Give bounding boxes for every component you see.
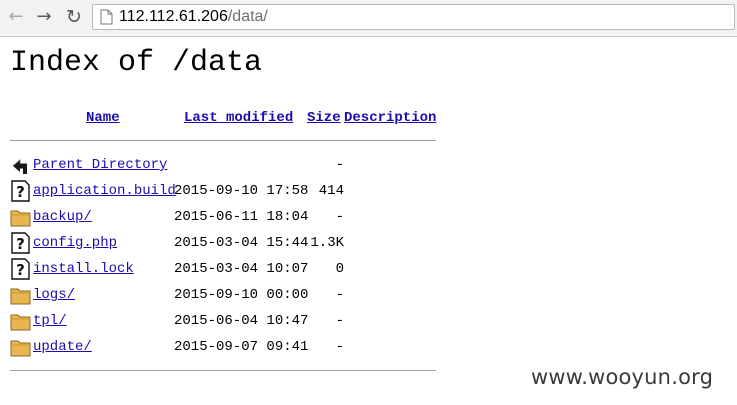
url-host: 112.112.61.206 (119, 8, 228, 25)
row-size: - (335, 157, 344, 173)
table-row: backup/ 2015-06-11 18:04 - (10, 205, 440, 229)
table-row: ? install.lock 2015-03-04 10:07 0 (10, 257, 440, 281)
row-size: - (335, 339, 344, 355)
reload-icon: ↻ (66, 6, 82, 28)
table-row: tpl/ 2015-06-04 10:47 - (10, 309, 440, 333)
row-modified: 2015-09-10 17:58 (174, 183, 309, 199)
column-header-last-modified[interactable]: Last modified (184, 109, 293, 127)
table-row: ? config.php 2015-03-04 15:44 1.3K (10, 231, 440, 255)
url-path: /data/ (227, 8, 268, 25)
file-link-install-lock[interactable]: install.lock (33, 260, 134, 278)
table-divider-bottom (10, 370, 436, 371)
file-link-parent-directory[interactable]: Parent Directory (33, 156, 167, 174)
page-icon (100, 9, 113, 25)
folder-icon (10, 288, 31, 305)
column-header-description[interactable]: Description (344, 109, 436, 127)
row-modified: 2015-06-04 10:47 (174, 313, 309, 329)
file-link-application-build[interactable]: application.build (33, 182, 176, 200)
arrow-right-icon: → (36, 6, 52, 27)
row-size: 0 (335, 261, 344, 277)
table-row: ? application.build 2015-09-10 17:58 414 (10, 179, 440, 203)
unknown-file-icon: ? (11, 258, 30, 280)
svg-text:?: ? (16, 183, 25, 201)
row-modified: 2015-03-04 10:07 (174, 261, 309, 277)
folder-icon (10, 210, 31, 227)
column-header-size[interactable]: Size (307, 109, 341, 127)
file-link-backup[interactable]: backup/ (33, 208, 92, 226)
page-title: Index of /data (10, 46, 263, 80)
svg-text:?: ? (16, 235, 25, 253)
svg-text:?: ? (16, 261, 25, 279)
row-modified: 2015-03-04 15:44 (174, 235, 309, 251)
row-size: - (335, 313, 344, 329)
folder-icon (10, 314, 31, 331)
file-link-config-php[interactable]: config.php (33, 234, 117, 252)
browser-toolbar: ← → ↻ 112.112.61.206/data/ (0, 0, 737, 37)
row-modified: 2015-09-10 00:00 (174, 287, 309, 303)
folder-icon (10, 340, 31, 357)
address-bar[interactable]: 112.112.61.206/data/ (92, 4, 735, 30)
file-link-update[interactable]: update/ (33, 338, 92, 356)
address-url[interactable]: 112.112.61.206/data/ (119, 8, 268, 26)
row-modified: 2015-09-07 09:41 (174, 339, 309, 355)
unknown-file-icon: ? (11, 232, 30, 254)
arrow-left-icon: ← (8, 6, 24, 27)
file-link-tpl[interactable]: tpl/ (33, 312, 67, 330)
row-size: - (335, 287, 344, 303)
back-button[interactable]: ← (5, 6, 27, 28)
file-link-logs[interactable]: logs/ (33, 286, 75, 304)
row-size: - (335, 209, 344, 225)
column-header-name[interactable]: Name (86, 109, 120, 127)
parent-directory-icon (12, 159, 27, 174)
row-size: 1.3K (310, 235, 344, 251)
row-size: 414 (318, 183, 344, 199)
table-row: logs/ 2015-09-10 00:00 - (10, 283, 440, 307)
unknown-file-icon: ? (11, 180, 30, 202)
table-row: update/ 2015-09-07 09:41 - (10, 335, 440, 359)
row-modified: 2015-06-11 18:04 (174, 209, 309, 225)
reload-button[interactable]: ↻ (63, 6, 85, 28)
watermark: www.wooyun.org (531, 365, 714, 389)
forward-button[interactable]: → (33, 6, 55, 28)
table-divider-top (10, 140, 436, 141)
table-row: Parent Directory - (10, 153, 440, 177)
